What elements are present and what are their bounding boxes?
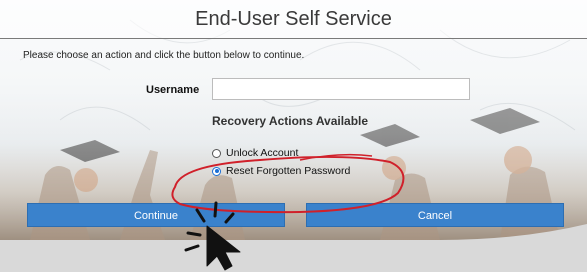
unlock-account-radio[interactable] [212,148,221,158]
option-unlock-account[interactable]: Unlock Account [212,147,298,159]
username-input[interactable] [212,78,470,100]
username-label: Username [146,84,200,96]
recovery-actions-heading: Recovery Actions Available [212,114,369,128]
cancel-button[interactable]: Cancel [306,203,564,227]
reset-password-radio[interactable] [212,166,221,176]
reset-password-label: Reset Forgotten Password [226,165,351,177]
footer-band [0,224,587,272]
continue-button[interactable]: Continue [27,203,285,227]
instruction-text: Please choose an action and click the bu… [23,50,305,61]
unlock-account-label: Unlock Account [226,147,299,159]
page: End-User Self Service Please choose an a… [0,0,587,272]
option-reset-password[interactable]: Reset Forgotten Password [212,165,350,177]
page-title: End-User Self Service [0,0,587,39]
